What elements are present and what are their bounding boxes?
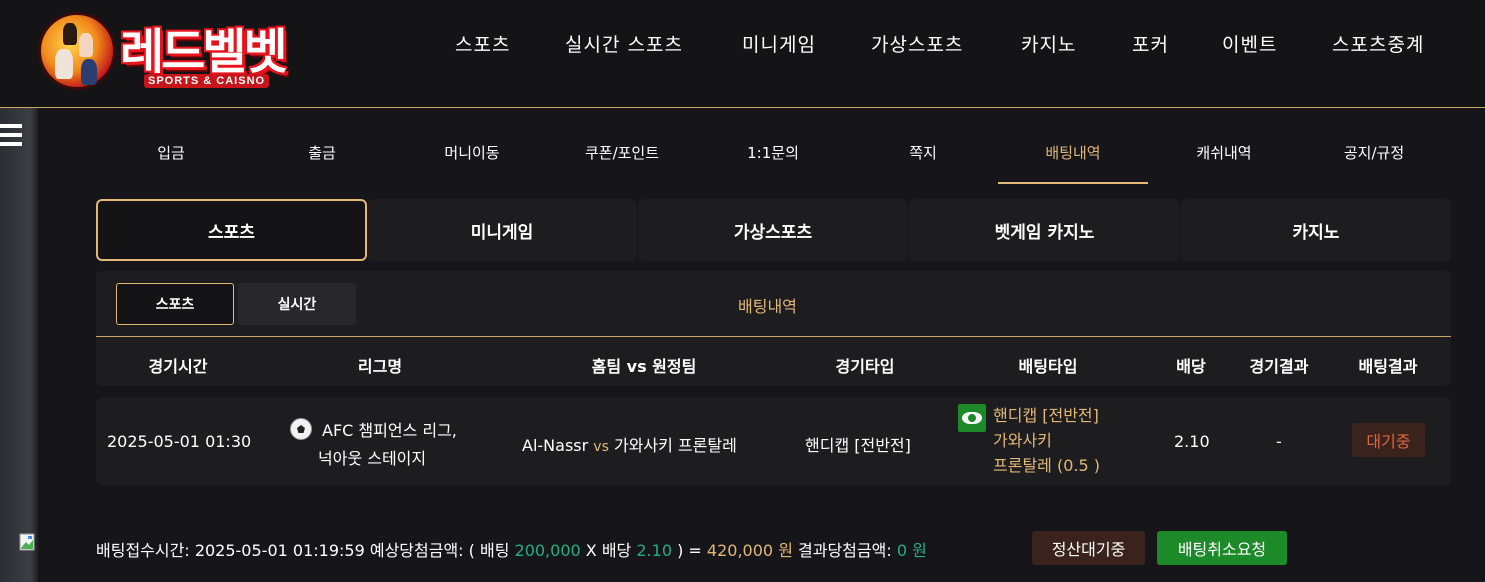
summary-odds: 2.10 (636, 541, 672, 560)
x-odds-label: X 배당 (585, 541, 632, 560)
nav-sports-broadcast[interactable]: 스포츠중계 (1332, 30, 1424, 57)
row-game-result: - (1276, 432, 1282, 451)
col-odds: 배당 (1176, 357, 1206, 376)
tab-betgame-casino[interactable]: 벳게임 카지노 (909, 199, 1180, 261)
left-sidebar (0, 108, 38, 582)
col-bet-result: 배팅결과 (1358, 357, 1418, 376)
nav-virtual-sports[interactable]: 가상스포츠 (871, 30, 963, 57)
nav-minigame[interactable]: 미니게임 (742, 30, 816, 57)
panel-divider (96, 336, 1451, 337)
subnav-notice-rules[interactable]: 공지/규정 (1344, 142, 1404, 163)
settlement-pending-button[interactable]: 정산대기중 (1032, 531, 1145, 565)
result-won: 원 (912, 541, 927, 560)
bet-history-panel: 스포츠 실시간 배팅내역 경기시간 리그명 홈팀 vs 원정팀 경기타입 배팅타… (96, 271, 1451, 386)
col-game-time: 경기시간 (148, 357, 208, 376)
equals-label: ) = (677, 541, 702, 560)
row-teams: Al-Nassr vs 가와사키 프론탈레 (522, 432, 737, 456)
subnav-bet-history[interactable]: 배팅내역 (1045, 142, 1100, 163)
row-home-team: Al-Nassr (522, 436, 589, 455)
row-away-team: 가와사키 프론탈레 (613, 436, 737, 455)
row-bet-type-line1: 핸디캡 [전반전] (993, 406, 1099, 425)
row-league-line1: AFC 챔피언스 리그, (322, 421, 457, 440)
soccer-ball-icon (290, 418, 312, 440)
result-amount: 0 (896, 541, 908, 560)
subtab-sports[interactable]: 스포츠 (116, 283, 234, 325)
logo-subtext: SPORTS & CAISNO (144, 74, 270, 88)
broken-image-icon (19, 533, 35, 551)
category-tabs: 스포츠 미니게임 가상스포츠 벳게임 카지노 카지노 (96, 199, 1451, 261)
subnav-deposit[interactable]: 입금 (157, 142, 185, 163)
tab-sports[interactable]: 스포츠 (96, 199, 367, 261)
tab-minigame[interactable]: 미니게임 (367, 199, 637, 261)
receipt-time: 2025-05-01 01:19:59 (194, 541, 365, 560)
expected-amount: 420,000 (706, 541, 774, 560)
subtab-live[interactable]: 실시간 (238, 283, 356, 325)
subnav-messages[interactable]: 쪽지 (909, 142, 937, 163)
subnav-inquiry[interactable]: 1:1문의 (747, 142, 799, 163)
sub-nav: 입금 출금 머니이동 쿠폰/포인트 1:1문의 쪽지 배팅내역 캐쉬내역 공지/… (96, 120, 1451, 184)
result-label: 결과당첨금액: (798, 541, 892, 560)
col-game-type: 경기타입 (835, 357, 895, 376)
row-league-line2: 넉아웃 스테이지 (318, 449, 427, 468)
table-row: 2025-05-01 01:30 AFC 챔피언스 리그, 넉아웃 스테이지 A… (96, 397, 1451, 485)
nav-live-sports[interactable]: 실시간 스포츠 (565, 30, 683, 57)
main-nav: 스포츠 실시간 스포츠 미니게임 가상스포츠 카지노 포커 이벤트 스포츠중계 (0, 30, 1485, 64)
subnav-cash-history[interactable]: 캐쉬내역 (1196, 142, 1251, 163)
row-bet-type-line3: 프론탈레 (0.5 ) (993, 456, 1100, 475)
subnav-active-underline (998, 182, 1148, 184)
col-teams: 홈팀 vs 원정팀 (591, 357, 697, 376)
bet-amount: 200,000 (514, 541, 581, 560)
menu-icon[interactable] (0, 124, 22, 146)
row-game-time: 2025-05-01 01:30 (107, 432, 252, 451)
row-game-type: 핸디캡 [전반전] (805, 436, 911, 455)
col-league: 리그명 (357, 357, 403, 376)
receipt-label: 배팅접수시간: (96, 541, 190, 560)
expected-won: 원 (778, 541, 793, 560)
expected-label: 예상당첨금액: ( 배팅 (369, 541, 510, 560)
top-header: 레드벨벳 SPORTS & CAISNO 스포츠 실시간 스포츠 미니게임 가상… (0, 0, 1485, 108)
nav-poker[interactable]: 포커 (1132, 30, 1169, 57)
subnav-withdraw[interactable]: 출금 (308, 142, 336, 163)
nav-event[interactable]: 이벤트 (1222, 30, 1277, 57)
col-game-result: 경기결과 (1249, 357, 1309, 376)
col-bet-type: 배팅타입 (1018, 357, 1078, 376)
subnav-money-transfer[interactable]: 머니이동 (444, 142, 499, 163)
nav-sports[interactable]: 스포츠 (455, 30, 510, 57)
row-bet-type: 핸디캡 [전반전] 가와사키 프론탈레 (0.5 ) (993, 403, 1100, 478)
cancel-bet-request-button[interactable]: 배팅취소요청 (1157, 531, 1287, 565)
row-bet-type-line2: 가와사키 (993, 431, 1052, 450)
tab-virtual-sports[interactable]: 가상스포츠 (638, 199, 908, 261)
row-vs: vs (593, 439, 609, 455)
nav-casino[interactable]: 카지노 (1021, 30, 1076, 57)
subnav-coupon-point[interactable]: 쿠폰/포인트 (585, 142, 659, 163)
tab-casino[interactable]: 카지노 (1181, 199, 1451, 261)
summary-text: 배팅접수시간: 2025-05-01 01:19:59 예상당첨금액: ( 배팅… (96, 537, 927, 561)
panel-title: 배팅내역 (738, 297, 797, 316)
row-odds: 2.10 (1174, 432, 1210, 451)
eye-icon[interactable] (958, 404, 986, 432)
status-badge: 대기중 (1352, 423, 1425, 457)
